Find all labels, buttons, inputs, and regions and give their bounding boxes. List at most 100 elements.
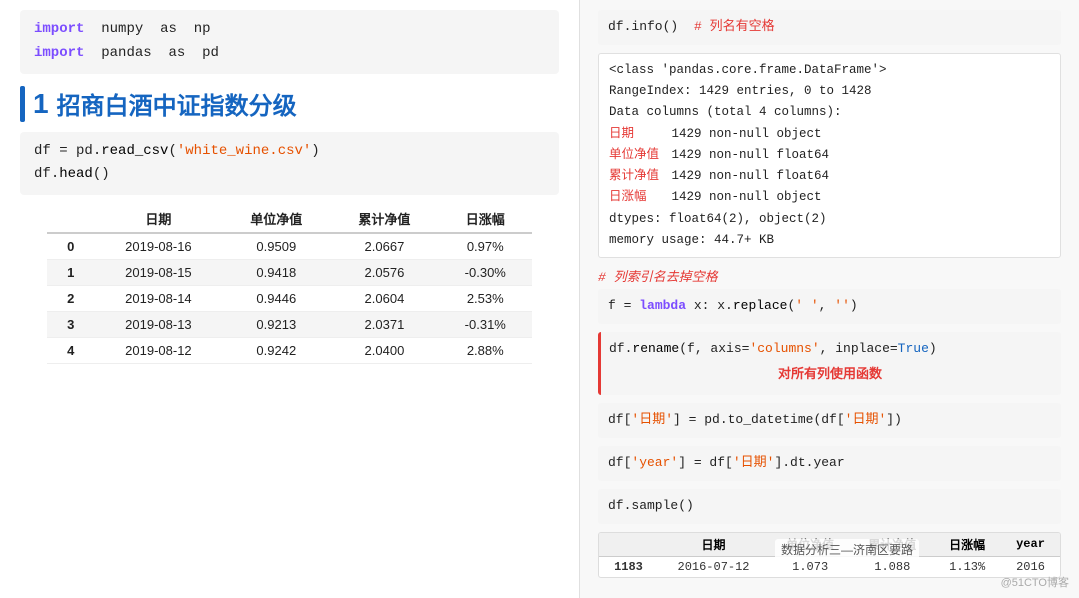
col-unit: 单位净值	[609, 148, 659, 162]
info-line-3: Data columns (total 4 columns):	[609, 102, 1050, 123]
col-header-unit: 单位净值	[222, 205, 330, 233]
import-numpy-line: import numpy as np	[34, 18, 545, 42]
import-pandas-line: import pandas as pd	[34, 42, 545, 66]
row-index: 3	[47, 312, 95, 338]
pandas-lib: pandas	[101, 45, 151, 61]
row-cell: 0.9509	[222, 233, 330, 260]
table-row: 42019-08-120.92422.04002.88%	[47, 338, 532, 364]
year-code: df['year'] = df['日期'].dt.year	[598, 446, 1061, 481]
row-cell: 1.13%	[933, 556, 1001, 577]
row-cell: -0.30%	[439, 260, 533, 286]
rename-code: df.rename(f, axis='columns', inplace=Tru…	[598, 332, 1061, 396]
row-cell: 0.9418	[222, 260, 330, 286]
row-cell: 0.9213	[222, 312, 330, 338]
row-cell: -0.31%	[439, 312, 533, 338]
col-cum: 累计净值	[609, 169, 659, 183]
csv-filename: 'white_wine.csv'	[177, 143, 311, 159]
row-cell: 2016-07-12	[658, 556, 769, 577]
rename-fn: rename	[632, 341, 679, 356]
pd-alias: pd	[202, 45, 219, 61]
as-keyword-2: as	[168, 45, 185, 61]
right-panel: df.info() # 列名有空格 <class 'pandas.core.fr…	[580, 0, 1079, 598]
left-panel: import numpy as np import pandas as pd 1…	[0, 0, 580, 598]
import-code-block: import numpy as np import pandas as pd	[20, 10, 559, 74]
info-output-block: <class 'pandas.core.frame.DataFrame'> Ra…	[598, 53, 1061, 258]
read-csv-fn: read_csv	[101, 143, 168, 159]
row-cell: 2019-08-15	[95, 260, 223, 286]
row-cell: 0.9446	[222, 286, 330, 312]
read-csv-line: df = pd.read_csv('white_wine.csv')	[34, 140, 545, 164]
numpy-lib: numpy	[101, 21, 143, 37]
section-title: 招商白酒中证指数分级	[57, 86, 297, 121]
info-line-9: memory usage: 44.7+ KB	[609, 230, 1050, 251]
info-line-6: 累计净值 1429 non-null float64	[609, 166, 1050, 187]
table-row: 32019-08-130.92132.0371-0.31%	[47, 312, 532, 338]
sample-col-change: 日涨幅	[933, 533, 1001, 557]
row-index: 2	[47, 286, 95, 312]
equals: =	[59, 143, 76, 159]
row-cell: 2019-08-16	[95, 233, 223, 260]
head-line: df.head()	[34, 163, 545, 187]
sample-code: df.sample()	[598, 489, 1061, 524]
space-str: ' '	[795, 298, 818, 313]
section-number: 1	[33, 88, 49, 120]
watermark: @51CTO博客	[1001, 574, 1069, 590]
col-header-cumulative: 累计净值	[330, 205, 438, 233]
table-header-row: 日期 单位净值 累计净值 日涨幅	[47, 205, 532, 233]
row-index: 4	[47, 338, 95, 364]
strip-space-comment: # 列索引名去掉空格	[598, 270, 718, 285]
df-info-call: df.info()	[608, 19, 678, 34]
info-line-7: 日涨幅 1429 non-null object	[609, 187, 1050, 208]
comment-strip-space: # 列索引名去掉空格	[598, 266, 1061, 285]
info-line-2: RangeIndex: 1429 entries, 0 to 1428	[609, 81, 1050, 102]
row-index: 0	[47, 233, 95, 260]
pd-ref: pd	[76, 143, 93, 159]
row-cell: 2019-08-14	[95, 286, 223, 312]
row-cell: 0.9242	[222, 338, 330, 364]
row-cell: 0.97%	[439, 233, 533, 260]
overlay-text: 数据分析三—济南区要路	[775, 539, 919, 560]
datetime-code: df['日期'] = pd.to_datetime(df['日期'])	[598, 403, 1061, 438]
col-header-index	[47, 205, 95, 233]
lambda-expr: f =	[608, 298, 639, 313]
row-index: 1	[47, 260, 95, 286]
lambda-kw: lambda	[639, 298, 686, 313]
row-cell: 2.0576	[330, 260, 438, 286]
sample-col-year: year	[1001, 533, 1060, 557]
row-cell: 2.0371	[330, 312, 438, 338]
row-cell: 2.0667	[330, 233, 438, 260]
col-date: 日期	[609, 127, 634, 141]
info-line-1: <class 'pandas.core.frame.DataFrame'>	[609, 60, 1050, 81]
rename-line: df.rename(f, axis='columns', inplace=Tru…	[609, 338, 1051, 361]
table-row: 12019-08-150.94182.0576-0.30%	[47, 260, 532, 286]
row-index: 1183	[599, 556, 658, 577]
info-comment: # 列名有空格	[694, 19, 775, 34]
datetime-line: df['日期'] = pd.to_datetime(df['日期'])	[608, 412, 902, 427]
table-row: 22019-08-140.94462.06042.53%	[47, 286, 532, 312]
info-line-4: 日期 1429 non-null object	[609, 124, 1050, 145]
apply-note: 对所有列使用函数	[609, 363, 1051, 386]
true-val: True	[898, 341, 929, 356]
section-heading: 1 招商白酒中证指数分级	[20, 86, 559, 122]
as-keyword-1: as	[160, 21, 177, 37]
data-table: 日期 单位净值 累计净值 日涨幅 02019-08-160.95092.0667…	[47, 205, 532, 364]
import-keyword-2: import	[34, 45, 84, 61]
np-alias: np	[194, 21, 211, 37]
sample-col-date: 日期	[658, 533, 769, 557]
empty-str: ''	[834, 298, 850, 313]
info-line-5: 单位净值 1429 non-null float64	[609, 145, 1050, 166]
table-row: 02019-08-160.95092.06670.97%	[47, 233, 532, 260]
row-cell: 2019-08-12	[95, 338, 223, 364]
sample-line: df.sample()	[608, 498, 694, 513]
replace-fn: replace	[733, 298, 788, 313]
lambda-code: f = lambda x: x.replace(' ', '')	[598, 289, 1061, 324]
year-line: df['year'] = df['日期'].dt.year	[608, 455, 845, 470]
columns-str: 'columns'	[749, 341, 819, 356]
row-cell: 2.0400	[330, 338, 438, 364]
col-change: 日涨幅	[609, 190, 647, 204]
head-fn: head	[59, 166, 93, 182]
df-var: df	[34, 143, 51, 159]
blue-bar	[20, 86, 25, 122]
row-cell: 2019-08-13	[95, 312, 223, 338]
df-info-code: df.info() # 列名有空格	[598, 10, 1061, 45]
